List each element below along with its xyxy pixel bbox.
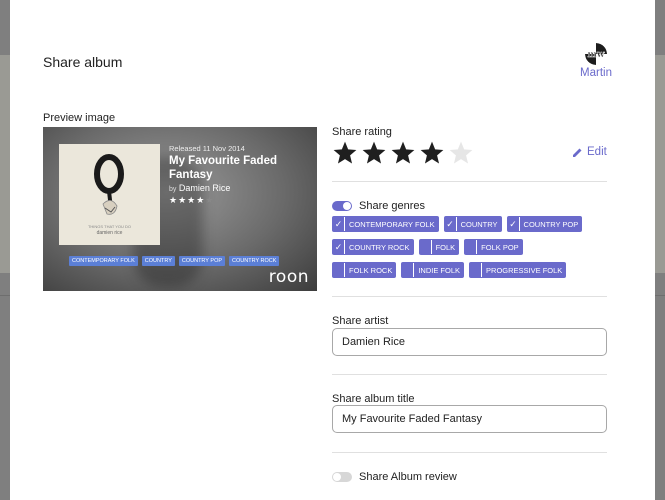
preview-label: Preview image	[43, 112, 116, 124]
checkbox-empty-icon[interactable]	[402, 263, 415, 277]
background-divider	[655, 295, 665, 296]
star-filled-icon[interactable]	[332, 140, 358, 166]
share-album-dialog: Share album mw Martin Preview image THIN…	[10, 0, 655, 500]
preview-artist: by Damien Rice	[169, 183, 230, 193]
genre-chip-row: ✓ CONTEMPORARY FOLK ✓ COUNTRY ✓ COUNTRY POP	[332, 216, 607, 232]
preview-tag: COUNTRY ROCK	[229, 256, 280, 266]
genre-chip[interactable]: ✓ COUNTRY ROCK	[332, 239, 414, 255]
album-title-input[interactable]	[332, 405, 607, 433]
genre-chip-label: COUNTRY POP	[523, 219, 579, 229]
share-genres-label: Share genres	[359, 200, 426, 212]
genre-chip-label: FOLK ROCK	[349, 265, 393, 275]
share-review-toggle[interactable]	[332, 472, 352, 482]
background-divider	[0, 295, 10, 296]
preview-stars-on: ★★★★	[169, 195, 206, 205]
genre-chip-label: COUNTRY	[460, 219, 498, 229]
genre-chip-label: CONTEMPORARY FOLK	[349, 219, 435, 229]
genre-chip-label: PROGRESSIVE FOLK	[486, 265, 563, 275]
share-review-label: Share Album review	[359, 471, 457, 483]
checkbox-empty-icon[interactable]	[470, 263, 483, 277]
genre-chip-row: FOLK ROCK INDIE FOLK PROGRESSIVE FOLK	[332, 262, 607, 278]
album-cover: THINGS THAT YOU DO damien rice	[59, 144, 160, 245]
preview-tag: COUNTRY	[141, 256, 175, 266]
background-panel	[0, 55, 10, 273]
checkmark-icon[interactable]: ✓	[444, 217, 457, 231]
edit-label: Edit	[587, 146, 607, 158]
share-rating-label: Share rating	[332, 126, 392, 138]
preview-album-title: My Favourite Faded Fantasy	[169, 155, 277, 181]
pencil-icon	[573, 148, 582, 157]
avatar: mw	[585, 43, 607, 65]
roon-logo: roon	[268, 267, 309, 287]
release-date: Released 11 Nov 2014	[169, 144, 245, 153]
cover-artist-text: damien rice	[96, 230, 123, 236]
star-filled-icon[interactable]	[361, 140, 387, 166]
preview-rating: ★★★★★	[169, 195, 214, 206]
genre-chip[interactable]: ✓ CONTEMPORARY FOLK	[332, 216, 439, 232]
artist-input[interactable]	[332, 328, 607, 356]
star-filled-icon[interactable]	[390, 140, 416, 166]
svg-text:mw: mw	[587, 50, 605, 60]
genre-chip[interactable]: ✓ COUNTRY	[443, 216, 502, 232]
rating-stars[interactable]	[332, 140, 474, 166]
share-album-title-label: Share album title	[332, 393, 415, 405]
checkbox-empty-icon[interactable]	[333, 263, 345, 277]
share-artist-label: Share artist	[332, 315, 389, 327]
divider	[332, 374, 607, 375]
preview-stars-off: ★	[205, 195, 215, 205]
genre-chip[interactable]: INDIE FOLK	[401, 262, 465, 278]
dialog-title: Share album	[43, 54, 123, 70]
divider	[332, 296, 607, 297]
preview-image: THINGS THAT YOU DO damien rice Released …	[43, 127, 317, 291]
user-name[interactable]: Martin	[576, 67, 616, 79]
genre-chip-label: FOLK POP	[481, 242, 519, 252]
checkmark-icon[interactable]: ✓	[333, 240, 345, 254]
star-filled-icon[interactable]	[419, 140, 445, 166]
share-genres-row: Share genres	[332, 200, 425, 212]
preview-artist-name: Damien Rice	[178, 183, 231, 193]
checkbox-empty-icon[interactable]	[465, 240, 478, 254]
cover-top-text: THINGS THAT YOU DO	[87, 224, 132, 229]
preview-genre-tags: CONTEMPORARY FOLK COUNTRY COUNTRY POP CO…	[69, 256, 280, 266]
genre-chip-row: ✓ COUNTRY ROCK FOLK FOLK POP	[332, 239, 607, 255]
divider	[332, 181, 607, 182]
background-panel	[655, 55, 665, 273]
genre-chip[interactable]: FOLK POP	[464, 239, 523, 255]
genre-chip[interactable]: FOLK	[418, 239, 460, 255]
divider	[332, 452, 607, 453]
preview-by: by	[169, 186, 177, 193]
genre-chip[interactable]: PROGRESSIVE FOLK	[469, 262, 567, 278]
share-genres-toggle[interactable]	[332, 201, 352, 211]
genre-chips: ✓ CONTEMPORARY FOLK ✓ COUNTRY ✓ COUNTRY POP ✓ C…	[332, 216, 607, 285]
preview-tag: COUNTRY POP	[178, 256, 226, 266]
genre-chip-label: COUNTRY ROCK	[349, 242, 410, 252]
star-empty-icon[interactable]	[448, 140, 474, 166]
genre-chip-label: INDIE FOLK	[418, 265, 461, 275]
genre-chip-label: FOLK	[435, 242, 456, 252]
checkbox-empty-icon[interactable]	[419, 240, 432, 254]
genre-chip[interactable]: ✓ COUNTRY POP	[506, 216, 583, 232]
edit-rating-button[interactable]: Edit	[572, 146, 607, 158]
checkmark-icon[interactable]: ✓	[507, 217, 520, 231]
preview-tag: CONTEMPORARY FOLK	[69, 256, 138, 266]
checkmark-icon[interactable]: ✓	[333, 217, 345, 231]
user-profile[interactable]: mw Martin	[576, 43, 616, 79]
genre-chip[interactable]: FOLK ROCK	[332, 262, 397, 278]
share-review-row: Share Album review	[332, 471, 457, 483]
